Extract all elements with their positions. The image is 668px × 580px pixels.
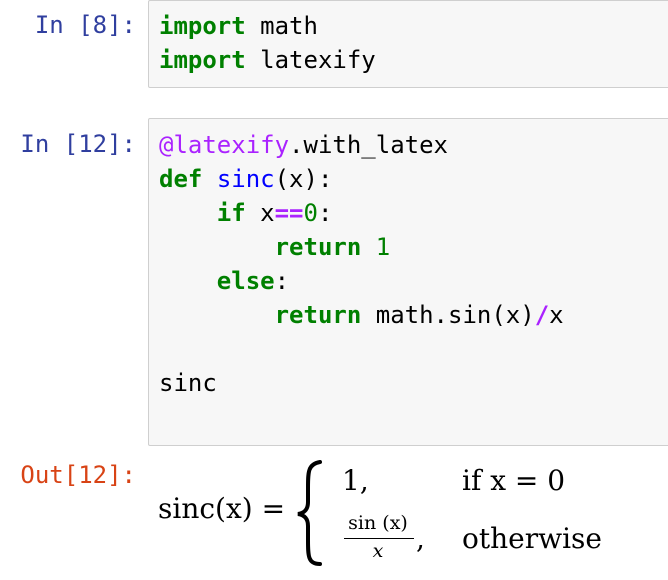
code-token: math.sin(x) — [361, 301, 535, 329]
code-token: latexify — [245, 46, 376, 74]
fraction-bar — [344, 538, 414, 539]
code-token: : — [317, 199, 333, 227]
code-token: if — [216, 199, 246, 227]
input-prompt: In [8]: — [34, 11, 136, 39]
output-prompt: Out[12]: — [20, 461, 136, 489]
code-token: / — [534, 301, 550, 329]
code-token: return — [274, 233, 362, 261]
code-token: .with_latex — [289, 131, 448, 159]
code-line: def sinc(x): — [159, 165, 332, 193]
code-token: math — [245, 12, 318, 40]
code-line: return math.sin(x)/x — [159, 301, 564, 329]
output-lhs: sinc(x) = — [158, 492, 286, 525]
code-line: @latexify.with_latex — [159, 131, 448, 159]
code-token: : — [274, 267, 290, 295]
code-line: sinc — [159, 369, 217, 397]
code-token: 1 — [375, 233, 391, 261]
left-brace — [297, 460, 322, 566]
code-token: x — [549, 301, 564, 329]
code-line: if x==0: — [159, 199, 333, 227]
code-token: (x): — [274, 165, 333, 193]
code-token: @latexify — [159, 131, 290, 159]
code-line: import latexify — [159, 46, 376, 74]
code-editor[interactable]: @latexify.with_latex def sinc(x): if x==… — [159, 128, 564, 400]
code-token: import — [159, 46, 246, 74]
case1-condition: if x = 0 — [462, 464, 566, 497]
code-token: == — [274, 199, 304, 227]
code-token: else — [216, 267, 275, 295]
code-token: sinc — [216, 165, 275, 193]
fraction-denominator: x — [372, 540, 384, 562]
code-line: import math — [159, 12, 318, 40]
code-line: else: — [159, 267, 289, 295]
code-editor[interactable]: import math import latexify — [159, 9, 376, 77]
fraction-numerator: sin (x) — [348, 512, 408, 534]
code-cell-input[interactable]: import math import latexify — [148, 0, 668, 88]
case2-comma: , — [416, 522, 425, 555]
code-token: import — [159, 12, 246, 40]
code-token: x — [245, 199, 275, 227]
input-prompt: In [12]: — [20, 130, 136, 158]
code-token: 0 — [303, 199, 318, 227]
code-token: def — [159, 165, 203, 193]
code-line: return 1 — [159, 233, 391, 261]
case2-condition: otherwise — [462, 522, 602, 555]
code-cell-input[interactable]: @latexify.with_latex def sinc(x): if x==… — [148, 118, 668, 446]
code-token: sinc — [159, 369, 217, 397]
case1-value: 1, — [342, 464, 369, 497]
code-token: return — [274, 301, 362, 329]
